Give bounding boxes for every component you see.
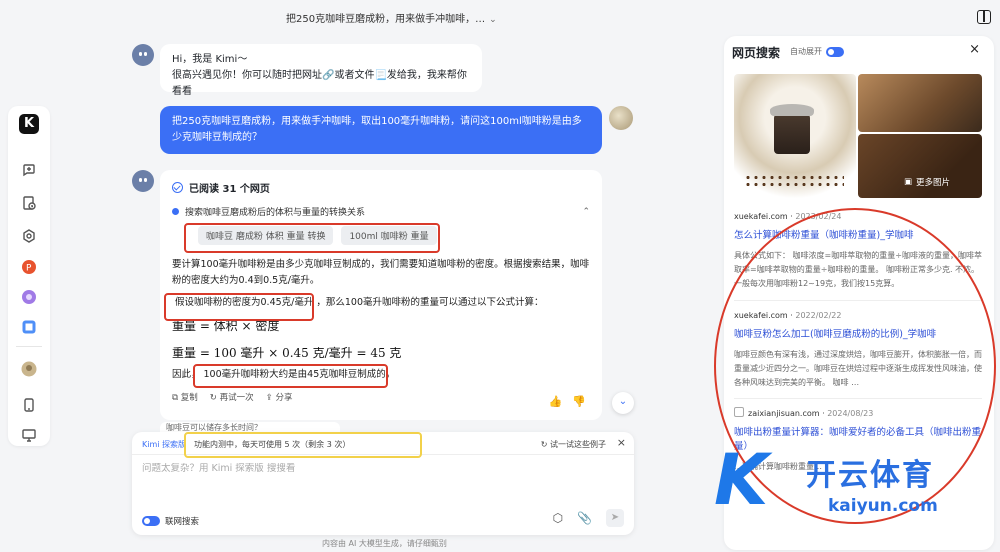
left-sidebar: K P — [8, 106, 50, 446]
panel-toggle-icon[interactable] — [977, 10, 991, 24]
more-images-label: 更多图片 — [916, 178, 951, 188]
toggle-switch[interactable] — [826, 46, 844, 57]
read-pages-header[interactable]: 已阅读 31 个网页 — [172, 180, 590, 195]
attach-icon[interactable]: 📎 — [577, 511, 592, 525]
check-circle-icon — [172, 182, 183, 193]
toggle-switch[interactable] — [142, 516, 160, 526]
greeting-line2: 很高兴遇见你！你可以随时把网址🔗或者文件📃发给我，我来帮你看看 — [172, 70, 467, 97]
watermark-brand: 开云体育 — [806, 458, 934, 493]
annotation-box-density — [164, 293, 314, 321]
answer-actions: ⧉ 复制 ↻ 再试一次 ⇪ 分享 — [172, 391, 590, 403]
watermark-domain: kaiyun.com — [828, 496, 938, 516]
result-image-beans[interactable] — [858, 134, 982, 198]
kimi-avatar — [132, 44, 154, 66]
search-step-title: 搜索咖啡豆磨成粉后的体积与重量的转换关系 — [185, 208, 366, 218]
ppt-app-icon[interactable]: P — [20, 258, 38, 276]
svg-text:P: P — [26, 264, 32, 274]
mobile-app-icon[interactable] — [20, 396, 38, 414]
sidebar-divider — [16, 346, 42, 347]
auto-expand-label: 自动展开 — [790, 47, 822, 56]
close-icon[interactable]: × — [969, 42, 980, 57]
share-button[interactable]: ⇪ 分享 — [266, 391, 293, 403]
retry-label: 再试一次 — [219, 393, 254, 403]
copy-label: 复制 — [180, 393, 198, 403]
new-chat-icon[interactable] — [20, 161, 38, 179]
more-images-button[interactable]: ▣ 更多图片 — [904, 176, 950, 188]
close-icon[interactable]: × — [617, 436, 626, 449]
annotation-box-conclusion — [193, 364, 388, 388]
cube-icon[interactable]: ⬡ — [553, 511, 563, 525]
try-examples-link[interactable]: ↻ 试一试这些例子 — [541, 439, 606, 450]
coffee-grinder-graphic — [770, 104, 814, 154]
share-label: 分享 — [275, 393, 293, 403]
panel-title: 网页搜索 — [732, 46, 781, 60]
explore-icon[interactable] — [20, 227, 38, 245]
retry-button[interactable]: ↻ 再试一次 — [210, 391, 254, 403]
auto-expand-toggle[interactable]: 自动展开 — [790, 46, 844, 57]
chevron-down-icon: ⌄ — [489, 15, 497, 25]
ai-disclaimer: 内容由 AI 大模型生成，请仔细甄别 — [322, 539, 447, 548]
coffee-beans-graphic — [744, 174, 844, 188]
greeting-bubble: Hi，我是 Kimi～ 很高兴遇见你！你可以随时把网址🔗或者文件📃发给我，我来帮… — [160, 44, 482, 97]
assistant-app-icon[interactable] — [20, 288, 38, 306]
scroll-down-button[interactable]: ⌄ — [612, 392, 634, 414]
user-avatar-icon[interactable] — [20, 360, 38, 378]
chat-title-text: 把250克咖啡豆磨成粉，用来做手冲咖啡，… — [286, 14, 486, 25]
user-message: 把250克咖啡豆磨成粉，用来做手冲咖啡，取出100毫升咖啡粉，请问这100ml咖… — [160, 106, 602, 154]
search-step[interactable]: 搜索咖啡豆磨成粉后的体积与重量的转换关系 ⌃ — [172, 205, 590, 218]
chat-title[interactable]: 把250克咖啡豆磨成粉，用来做手冲咖啡，… ⌄ — [286, 10, 497, 25]
read-pages-label: 已阅读 31 个网页 — [189, 184, 270, 195]
annotation-box-notice — [184, 432, 422, 458]
chat-input[interactable] — [142, 463, 522, 474]
answer-paragraph-2-rest: ，那么100毫升咖啡粉的重量可以通过以下公式计算： — [316, 297, 544, 308]
kimi-logo[interactable]: K — [19, 114, 39, 134]
annotation-box-tags — [184, 223, 440, 253]
watermark-logo: K — [714, 439, 769, 521]
greeting-line1: Hi，我是 Kimi～ — [172, 54, 248, 65]
search-step-dot-icon — [172, 208, 179, 215]
chevron-up-icon[interactable]: ⌃ — [582, 207, 590, 217]
watermark: K 开云体育 kaiyun.com — [710, 440, 990, 530]
desktop-app-icon[interactable] — [20, 426, 38, 444]
web-search-toggle[interactable]: 联网搜索 — [142, 515, 199, 527]
formula-calculation: 重量 = 100 毫升 × 0.45 克/毫升 = 45 克 — [172, 346, 402, 360]
copy-button[interactable]: ⧉ 复制 — [172, 391, 198, 403]
doc-app-icon[interactable] — [20, 318, 38, 336]
input-actions: ⬡ 📎 ➤ — [553, 509, 624, 527]
feedback: 👍 👎 — [549, 395, 586, 408]
user-avatar — [609, 106, 633, 130]
send-button[interactable]: ➤ — [606, 509, 624, 527]
explore-mode-tag[interactable]: Kimi 探索版 — [142, 439, 186, 450]
thumbs-up-icon[interactable]: 👍 — [549, 395, 563, 408]
image-icon: ▣ — [904, 177, 913, 187]
web-search-label: 联网搜索 — [165, 517, 200, 527]
history-icon[interactable] — [20, 194, 38, 212]
thumbs-down-icon[interactable]: 👎 — [572, 395, 586, 408]
answer-paragraph-1: 要计算100毫升咖啡粉是由多少克咖啡豆制成的，我们需要知道咖啡粉的密度。根据搜索… — [172, 259, 590, 286]
result-image-grinder[interactable] — [734, 74, 856, 198]
result-source: xuekafei.com — [734, 212, 788, 221]
result-image-ground-coffee[interactable] — [858, 74, 982, 132]
kimi-avatar — [132, 170, 154, 192]
try-examples-label: 试一试这些例子 — [550, 440, 606, 449]
